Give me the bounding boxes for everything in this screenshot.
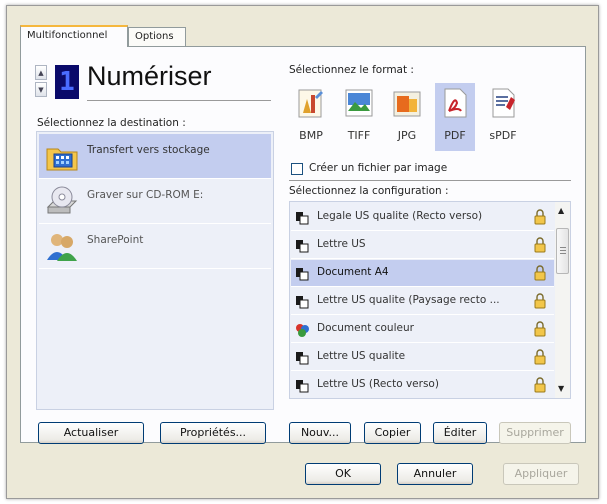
lock-icon bbox=[534, 265, 546, 281]
lock-icon bbox=[534, 349, 546, 365]
properties-button[interactable]: Propriétés... bbox=[160, 422, 266, 444]
scroll-up-icon[interactable]: ▲ bbox=[558, 206, 564, 215]
cancel-button[interactable]: Annuler bbox=[397, 463, 473, 485]
lock-icon bbox=[534, 209, 546, 225]
scrollbar-thumb[interactable] bbox=[556, 228, 569, 274]
format-tiff[interactable]: TIFF bbox=[339, 83, 379, 151]
bmp-icon bbox=[298, 89, 323, 118]
configuration-item-label: Lettre US qualite (Paysage recto ... bbox=[317, 294, 500, 306]
destination-item-sharepoint[interactable]: SharePoint bbox=[39, 224, 271, 269]
pdf-icon bbox=[444, 88, 467, 118]
destination-list[interactable]: Transfert vers stockage Graver sur CD-RO… bbox=[36, 131, 274, 410]
destination-label-transfer: Transfert vers stockage bbox=[87, 144, 210, 156]
scanner-icon bbox=[296, 240, 309, 253]
title-divider bbox=[87, 100, 271, 101]
configuration-item-label: Lettre US (Recto verso) bbox=[317, 378, 439, 390]
list-item[interactable]: Lettre US (Recto verso) bbox=[291, 372, 554, 398]
scanner-icon bbox=[296, 380, 309, 393]
scanner-icon bbox=[296, 212, 309, 225]
format-label: Sélectionnez le format : bbox=[289, 64, 414, 76]
button-number-display: 1 bbox=[55, 65, 79, 99]
tab-options[interactable]: Options bbox=[128, 27, 186, 46]
list-item[interactable]: Document A4 bbox=[291, 260, 554, 287]
stepper-down-icon[interactable]: ▼ bbox=[35, 82, 47, 97]
format-label-bmp: BMP bbox=[299, 129, 323, 142]
configuration-scrollbar[interactable]: ▲ ▼ bbox=[555, 202, 570, 398]
configuration-item-label: Lettre US qualite bbox=[317, 350, 406, 362]
format-bmp[interactable]: BMP bbox=[291, 83, 331, 151]
destination-label-cd: Graver sur CD-ROM E: bbox=[87, 189, 204, 201]
destination-label: Sélectionnez la destination : bbox=[37, 117, 186, 129]
apply-button[interactable]: Appliquer bbox=[503, 463, 579, 485]
ok-button[interactable]: OK bbox=[305, 463, 381, 485]
tab-panel: ▲ ▼ 1 Numériser Sélectionnez la destinat… bbox=[20, 46, 586, 444]
lock-icon bbox=[534, 237, 546, 253]
new-button[interactable]: Nouv... bbox=[289, 422, 351, 444]
spdf-icon bbox=[492, 88, 515, 118]
configuration-item-label: Document couleur bbox=[317, 322, 414, 334]
list-item[interactable]: Legale US qualite (Recto verso) bbox=[291, 204, 554, 231]
jpg-icon bbox=[393, 91, 421, 117]
format-spdf[interactable]: sPDF bbox=[483, 83, 523, 151]
list-item[interactable]: Lettre US qualite (Paysage recto ... bbox=[291, 288, 554, 315]
list-item[interactable]: Lettre US bbox=[291, 232, 554, 259]
format-pdf[interactable]: PDF bbox=[435, 83, 475, 151]
tab-multifonctionnel[interactable]: Multifonctionnel bbox=[20, 25, 128, 47]
copy-button[interactable]: Copier bbox=[364, 422, 421, 444]
grip-icon bbox=[560, 247, 566, 248]
cd-drive-icon bbox=[46, 186, 78, 214]
format-divider bbox=[289, 180, 571, 181]
format-label-jpg: JPG bbox=[397, 129, 417, 142]
edit-button[interactable]: Éditer bbox=[433, 422, 487, 444]
configuration-label: Sélectionnez la configuration : bbox=[289, 185, 449, 197]
format-label-spdf: sPDF bbox=[489, 129, 517, 142]
configuration-item-label: Legale US qualite (Recto verso) bbox=[317, 210, 483, 222]
lock-icon bbox=[534, 293, 546, 309]
scan-title: Numériser bbox=[87, 61, 212, 91]
destination-item-cd[interactable]: Graver sur CD-ROM E: bbox=[39, 179, 271, 224]
folder-transfer-icon bbox=[46, 148, 78, 171]
lock-icon bbox=[534, 377, 546, 393]
scanner-icon bbox=[296, 352, 309, 365]
format-label-tiff: TIFF bbox=[347, 129, 371, 142]
scanner-icon bbox=[296, 296, 309, 309]
tiff-icon bbox=[345, 89, 373, 117]
button-number-stepper[interactable]: ▲ ▼ bbox=[35, 65, 49, 99]
format-jpg[interactable]: JPG bbox=[387, 83, 427, 151]
scroll-down-icon[interactable]: ▼ bbox=[558, 384, 564, 393]
configuration-item-label: Document A4 bbox=[317, 266, 389, 278]
color-document-icon bbox=[296, 324, 309, 337]
one-file-per-image-label: Créer un fichier par image bbox=[309, 162, 448, 174]
format-label-pdf: PDF bbox=[444, 129, 466, 142]
lock-icon bbox=[534, 321, 546, 337]
one-file-per-image-checkbox[interactable] bbox=[291, 163, 303, 175]
destination-label-sharepoint: SharePoint bbox=[87, 234, 144, 246]
list-item[interactable]: Lettre US qualite bbox=[291, 344, 554, 371]
configuration-item-label: Lettre US bbox=[317, 238, 366, 250]
refresh-button[interactable]: Actualiser bbox=[38, 422, 144, 444]
stepper-up-icon[interactable]: ▲ bbox=[35, 65, 47, 80]
configuration-list[interactable]: Legale US qualite (Recto verso) Lettre U… bbox=[289, 201, 571, 399]
delete-button[interactable]: Supprimer bbox=[499, 422, 571, 444]
destination-item-transfer[interactable]: Transfert vers stockage bbox=[39, 134, 271, 179]
list-item[interactable]: Document couleur bbox=[291, 316, 554, 343]
sharepoint-users-icon bbox=[47, 234, 77, 261]
scanner-icon bbox=[296, 268, 309, 281]
